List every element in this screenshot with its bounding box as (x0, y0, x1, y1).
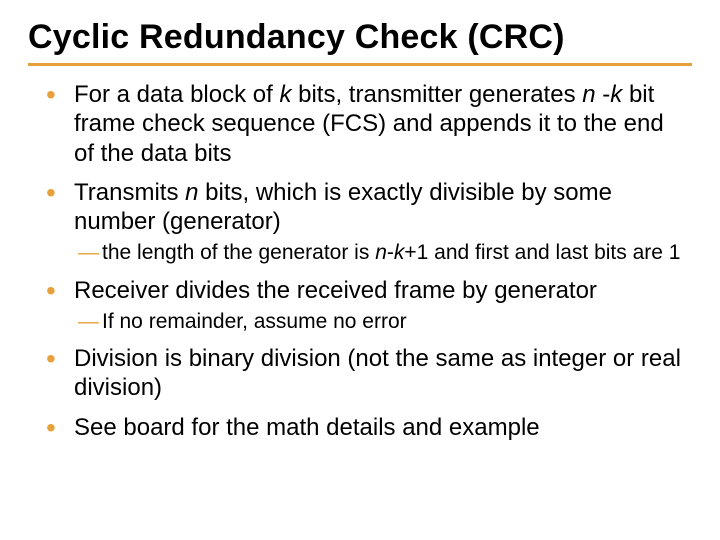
var-n: n (375, 241, 387, 264)
text: Receiver divides the received frame by g… (74, 277, 597, 304)
bullet-3-sub-1: If no remainder, assume no error (78, 309, 688, 334)
text: If no remainder, assume no error (102, 310, 407, 333)
sub-list: the length of the generator is n-k+1 and… (74, 240, 688, 265)
text: Division is binary division (not the sam… (74, 345, 681, 401)
var-k: k (279, 81, 291, 108)
text: +1 and first and last bits are 1 (404, 241, 680, 264)
slide: Cyclic Redundancy Check (CRC) For a data… (0, 0, 720, 540)
text: Transmits (74, 179, 185, 206)
bullet-2-sub-1: the length of the generator is n-k+1 and… (78, 240, 688, 265)
bullet-2: Transmits n bits, which is exactly divis… (46, 178, 688, 266)
var-k: k (610, 81, 622, 108)
bullet-3: Receiver divides the received frame by g… (46, 276, 688, 334)
text: bits, transmitter generates (291, 81, 582, 108)
bullet-5: See board for the math details and examp… (46, 413, 688, 442)
text: the length of the generator is (102, 241, 375, 264)
text: For a data block of (74, 81, 279, 108)
text: - (596, 81, 611, 108)
var-n: n (185, 179, 198, 206)
text: - (387, 241, 394, 264)
bullet-1: For a data block of k bits, transmitter … (46, 80, 688, 168)
bullet-4: Division is binary division (not the sam… (46, 344, 688, 403)
bullet-list: For a data block of k bits, transmitter … (28, 80, 692, 442)
var-k: k (394, 241, 405, 264)
slide-title: Cyclic Redundancy Check (CRC) (28, 18, 692, 66)
text: See board for the math details and examp… (74, 414, 540, 441)
sub-list: If no remainder, assume no error (74, 309, 688, 334)
var-n: n (582, 81, 595, 108)
